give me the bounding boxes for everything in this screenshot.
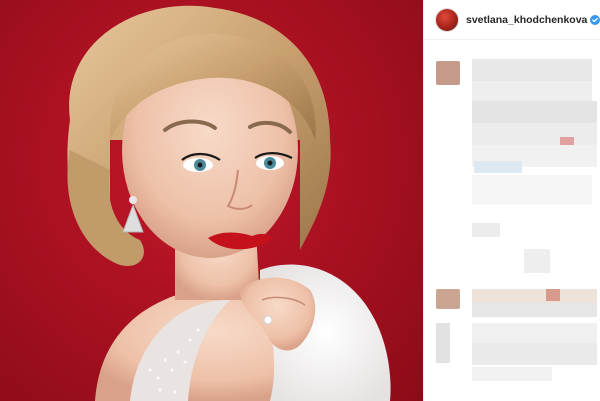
blurred-text-block — [472, 289, 597, 303]
blurred-text-block — [472, 101, 597, 123]
blurred-text-block — [472, 81, 592, 101]
blurred-text-block — [472, 59, 592, 81]
post-header: svetlana_khodchenkova — [424, 0, 600, 40]
comments-area-blurred — [424, 41, 600, 401]
comment-avatar — [436, 61, 460, 85]
verified-badge-icon — [590, 14, 600, 25]
blurred-text-block — [472, 367, 552, 381]
blurred-accent — [546, 289, 560, 301]
comment-avatar — [436, 289, 460, 309]
profile-avatar[interactable] — [436, 8, 458, 31]
blurred-text-block — [524, 249, 550, 273]
blurred-text-block — [472, 123, 597, 145]
username-link[interactable]: svetlana_khodchenkova — [466, 14, 587, 26]
blurred-text-block — [472, 223, 500, 237]
portrait-illustration — [67, 5, 391, 401]
blurred-text-block — [472, 303, 597, 317]
blurred-text-block — [472, 175, 592, 205]
blurred-accent — [474, 161, 522, 173]
comment-avatar — [436, 323, 450, 363]
blurred-text-block — [472, 323, 597, 343]
post-sidebar: svetlana_khodchenkova — [423, 0, 600, 401]
post-photo[interactable] — [0, 0, 423, 401]
blurred-text-block — [472, 343, 597, 365]
